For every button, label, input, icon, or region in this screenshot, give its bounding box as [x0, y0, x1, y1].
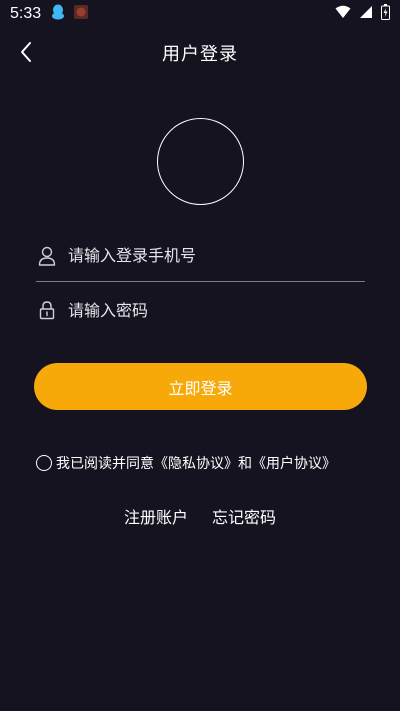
user-agreement-link[interactable]: 《用户协议》 [252, 453, 336, 473]
register-link[interactable]: 注册账户 [124, 504, 188, 528]
agreement-row: 我已阅读并同意 《隐私协议》 和 《用户协议》 [36, 452, 366, 474]
agreement-connector: 和 [238, 456, 252, 472]
agreement-prefix: 我已阅读并同意 [56, 456, 154, 472]
password-field [36, 284, 365, 336]
qq-penguin-icon [51, 4, 65, 24]
app-notification-icon [73, 4, 89, 24]
status-time: 5:33 [10, 5, 42, 22]
system-status-icons [335, 4, 390, 24]
login-screen: 5:33 用户登录 请输入登录手机号 立即登录 我已阅读并同意 《隐私协议》 和… [0, 0, 400, 711]
signal-icon [359, 5, 373, 23]
privacy-policy-link[interactable]: 《隐私协议》 [154, 453, 238, 473]
password-input[interactable] [68, 300, 365, 320]
back-button[interactable] [12, 38, 40, 66]
phone-input[interactable] [68, 246, 365, 265]
wifi-icon [335, 5, 351, 23]
account-links: 注册账户 忘记密码 [0, 504, 400, 528]
phone-field [36, 230, 365, 282]
user-icon [36, 245, 58, 267]
lock-icon [36, 299, 58, 321]
agree-radio[interactable] [36, 455, 52, 471]
battery-icon [381, 4, 390, 24]
page-title: 用户登录 [162, 44, 238, 65]
header-bar: 用户登录 [0, 30, 400, 76]
forgot-password-link[interactable]: 忘记密码 [212, 504, 276, 528]
avatar [157, 118, 244, 205]
login-button[interactable]: 立即登录 [34, 363, 367, 410]
status-bar: 5:33 [0, 0, 400, 28]
chevron-left-icon [21, 42, 31, 62]
notification-icons [51, 4, 89, 24]
